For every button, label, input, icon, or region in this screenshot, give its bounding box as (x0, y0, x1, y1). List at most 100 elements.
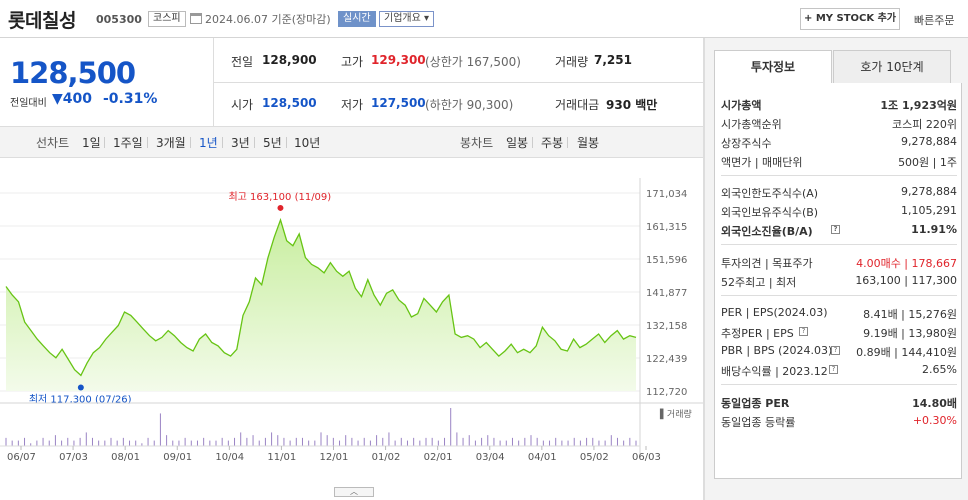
y-tick-label: 161,315 (646, 222, 687, 233)
info-row: PER | EPS(2024.03) 8.41배 | 15,276원 (721, 304, 957, 322)
calendar-icon (190, 13, 202, 24)
x-tick-label: 12/01 (320, 452, 349, 463)
info-value: 163,100 | 117,300 (855, 274, 957, 287)
info-value: 0.89배 | 144,410원 (856, 346, 957, 359)
info-label: 동일업종 PER (721, 397, 790, 410)
lower-limit: (하한가 90,300) (425, 98, 514, 112)
volume-label: 거래량 (555, 55, 589, 69)
info-value: 9,278,884 (901, 135, 957, 148)
divider (104, 137, 105, 148)
low-label: 최저 117,300 (07/26) (29, 393, 132, 405)
help-icon[interactable]: ? (831, 225, 840, 234)
info-value: 코스피 220위 (892, 118, 957, 131)
current-price: 128,500 (10, 56, 136, 90)
help-icon[interactable]: ? (831, 346, 840, 355)
period-1y[interactable]: 1년 (199, 134, 218, 151)
divider (190, 137, 191, 148)
info-label: PBR | BPS (2024.03) (721, 344, 833, 357)
x-tick-label: 03/04 (476, 452, 505, 463)
divider (721, 295, 957, 296)
tab-order-book[interactable]: 호가 10단계 (833, 50, 951, 84)
y-tick-label: 122,439 (646, 354, 687, 365)
info-row: 외국인한도주식수(A) 9,278,884 (721, 183, 957, 201)
info-row: 배당수익률 | 2023.12? 2.65% (721, 361, 957, 379)
high-marker (277, 204, 284, 211)
tab-investment-info[interactable]: 투자정보 (714, 50, 832, 84)
info-label: 동일업종 등락률 (721, 416, 796, 429)
divider (721, 244, 957, 245)
volume-value: 7,251 (594, 53, 632, 67)
info-row: 액면가 | 매매단위 500원 | 1주 (721, 152, 957, 170)
prev-close-value: 128,900 (262, 53, 317, 67)
info-row: 시가총액 1조 1,923억원 (721, 95, 957, 113)
info-row: 외국인보유주식수(B) 1,105,291 (721, 202, 957, 220)
change-value: ▼400 (52, 91, 92, 107)
line-chart-label: 선차트 (36, 136, 70, 150)
price-chart[interactable]: 171,034 161,315 151,596 141,877 132,158 122,4… (0, 158, 703, 488)
info-row[interactable]: 동일업종 PER 14.80배 (721, 393, 957, 411)
candle-weekly[interactable]: 주봉 (541, 134, 563, 151)
period-1d[interactable]: 1일 (82, 134, 101, 151)
x-tick-label: 07/03 (59, 452, 88, 463)
info-label: 배당수익률 | 2023.12 (721, 365, 828, 378)
info-value: 11.91% (911, 223, 957, 236)
y-tick-label: 112,720 (646, 387, 687, 398)
info-label: 시가총액 (721, 99, 762, 112)
info-row: 외국인소진율(B/A)? 11.91% (721, 221, 957, 239)
prev-close-label: 전일 (231, 55, 254, 69)
info-value: 1조 1,923억원 (880, 99, 957, 112)
candle-daily[interactable]: 일봉 (506, 134, 528, 151)
trade-amount-label: 거래대금 (555, 98, 600, 112)
divider (254, 137, 255, 148)
period-1w[interactable]: 1주일 (113, 134, 143, 151)
low-label: 저가 (341, 98, 364, 112)
x-tick-label: 06/03 (632, 452, 661, 463)
info-label: 투자의견 | 목표주가 (721, 257, 813, 270)
divider (286, 137, 287, 148)
high-label: 최고 163,100 (11/09) (228, 191, 331, 203)
volume-legend: ▌거래량 (659, 408, 692, 420)
info-row: 추정PER | EPS? 9.19배 | 13,980원 (721, 323, 957, 341)
period-3m[interactable]: 3개월 (156, 134, 186, 151)
info-row: 시가총액순위 코스피 220위 (721, 114, 957, 132)
info-row: 투자의견 | 목표주가 4.00매수 | 178,667 (721, 253, 957, 271)
help-icon[interactable]: ? (829, 365, 838, 374)
investment-info-content: 시가총액 1조 1,923억원 시가총액순위 코스피 220위 상장주식수 9,278… (714, 83, 962, 479)
info-label: 시가총액순위 (721, 118, 782, 131)
y-tick-label: 171,034 (646, 189, 687, 200)
period-5y[interactable]: 5년 (263, 134, 282, 151)
info-value: 1,105,291 (901, 204, 957, 217)
info-label: 52주최고 | 최저 (721, 276, 797, 289)
upper-limit: (상한가 167,500) (425, 55, 521, 69)
info-row: 상장주식수 9,278,884 (721, 133, 957, 151)
stock-header: 롯데칠성 005300 코스피 2024.06.07 기준(장마감) 실시간 기… (0, 0, 968, 38)
divider (213, 82, 703, 83)
period-selector: 선차트 1일 1주일 3개월 1년 3년 5년 10년 봉차트 일봉 주봉 월봉 (0, 126, 703, 158)
x-tick-label: 01/02 (372, 452, 401, 463)
x-tick-label: 09/01 (163, 452, 192, 463)
period-3y[interactable]: 3년 (231, 134, 250, 151)
info-value: 8.41배 | 15,276원 (863, 308, 957, 321)
divider (721, 175, 957, 176)
period-10y[interactable]: 10년 (294, 134, 320, 151)
help-icon[interactable]: ? (799, 327, 808, 336)
collapse-chart-button[interactable]: ︿ (334, 487, 374, 497)
info-label: 액면가 | 매매단위 (721, 156, 803, 169)
high-value: 129,300 (371, 53, 426, 67)
realtime-badge[interactable]: 실시간 (338, 11, 376, 27)
y-tick-label: 141,877 (646, 288, 687, 299)
change-label: 전일대비 (10, 98, 47, 109)
stock-code: 005300 (96, 13, 142, 26)
open-label: 시가 (231, 98, 254, 112)
x-tick-label: 02/01 (424, 452, 453, 463)
company-overview-button[interactable]: 기업개요 ▾ (379, 11, 434, 27)
info-value: 14.80배 (912, 397, 957, 410)
stock-name[interactable]: 롯데칠성 (8, 6, 76, 33)
info-row[interactable]: 동일업종 등락률 +0.30% (721, 412, 957, 430)
open-value: 128,500 (262, 96, 317, 110)
my-stock-add-button[interactable]: + MY STOCK 추가 (800, 8, 900, 30)
candle-monthly[interactable]: 월봉 (577, 134, 599, 151)
quick-order-button[interactable]: 빠른주문 (914, 12, 954, 28)
change-percent: -0.31% (103, 91, 158, 107)
info-value: 2.65% (922, 363, 957, 376)
